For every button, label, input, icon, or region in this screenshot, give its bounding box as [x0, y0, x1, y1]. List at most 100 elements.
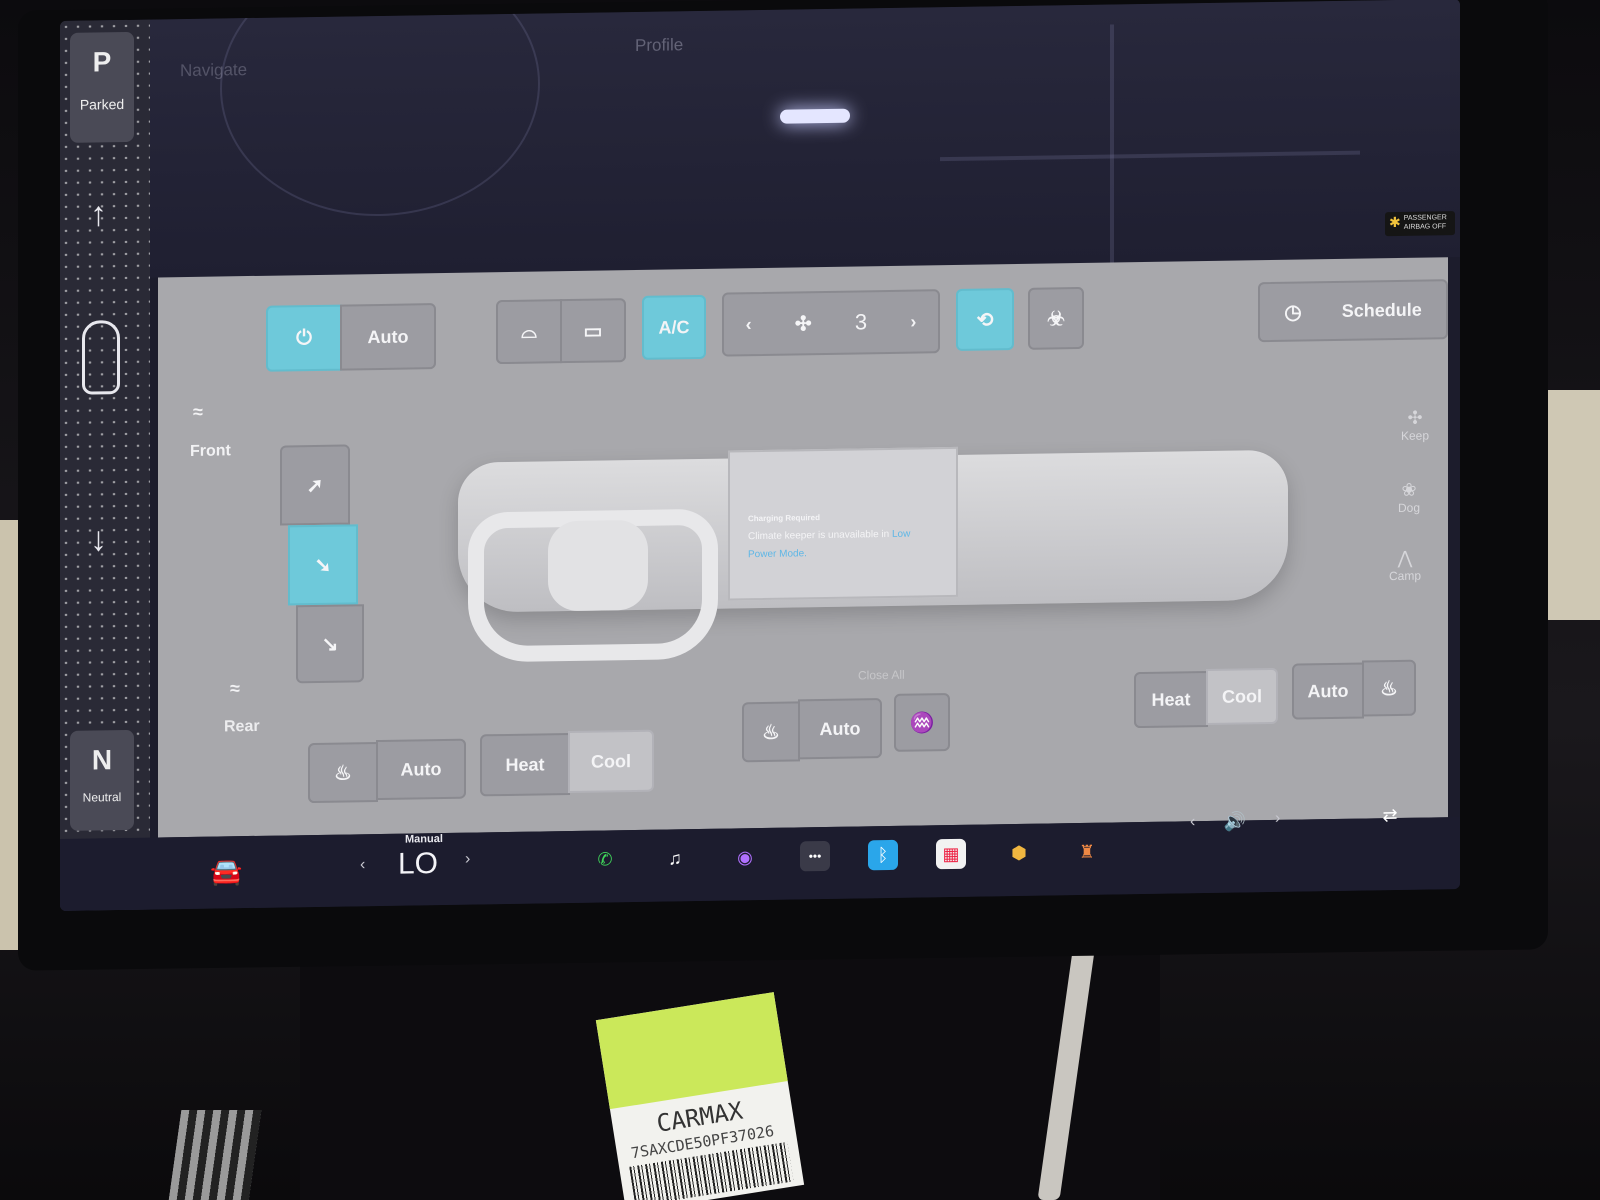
airflow-face-icon: ➚ [306, 474, 324, 497]
recirculate-icon: ⟲ [976, 308, 994, 332]
fan-speed-value: 3 [854, 309, 868, 335]
clock-icon: ◷ [1284, 300, 1302, 324]
message-title: Charging Required [748, 513, 821, 524]
more-apps-icon[interactable]: ••• [800, 840, 830, 872]
reverse-down-arrow-icon[interactable]: ↓ [90, 520, 107, 559]
passenger-heat-label: Heat [1151, 688, 1191, 710]
gear-neutral[interactable]: N Neutral [70, 729, 134, 831]
schedule-label: Schedule [1341, 299, 1422, 321]
map-view[interactable]: Navigate Profile ✱ PASSENGER AIRBAG OFF [60, 0, 1460, 279]
dog-label: Dog [1397, 500, 1420, 515]
cabin-temperature[interactable]: LO [398, 847, 438, 882]
camera-icon[interactable]: ◉ [730, 842, 760, 872]
map-road [1110, 24, 1114, 265]
airflow-face-feet-icon: ➘ [314, 554, 332, 577]
close-all-label[interactable]: Close All [858, 668, 905, 683]
airflow-face-button[interactable]: ➚ [280, 444, 350, 526]
yoke-hub-render [548, 519, 648, 612]
center-auto-button[interactable]: Auto [798, 698, 882, 760]
phone-icon[interactable]: ✆ [590, 844, 620, 874]
photo-stage: CARMAX 7SAXCDE50PF37026 Navigate Profile… [0, 0, 1600, 1200]
keep-fan-icon: ✣ [1407, 407, 1423, 428]
dealer-sticker: CARMAX 7SAXCDE50PF37026 [595, 992, 805, 1200]
profile-label[interactable]: Profile [635, 35, 683, 56]
bluetooth-icon[interactable]: ᛒ [868, 839, 898, 871]
arcade-icon[interactable]: ♜ [1072, 837, 1102, 867]
passenger-heat-button[interactable]: Heat [1134, 670, 1208, 729]
map-road [940, 150, 1360, 162]
wiper-defrost-button[interactable]: ♒ [894, 693, 950, 752]
car-position-icon [780, 108, 850, 124]
volume-increase-chevron-icon[interactable]: › [1275, 810, 1280, 828]
tent-icon: ⋀ [1397, 547, 1413, 568]
fan-increase-chevron-icon[interactable]: › [910, 311, 916, 332]
rear-vent-icon: ≈ [230, 678, 240, 699]
temp-decrease-chevron-icon[interactable]: ‹ [360, 856, 365, 874]
passenger-cool-label: Cool [1222, 685, 1262, 707]
fan-decrease-chevron-icon[interactable]: ‹ [746, 314, 752, 335]
airbag-icon: ✱ [1389, 213, 1401, 231]
wiper-defrost-icon: ♒ [909, 711, 935, 735]
gear-neutral-label: Neutral [82, 790, 122, 805]
rear-zone-label[interactable]: Rear [224, 718, 260, 737]
message-body: Climate keeper is unavailable in [748, 528, 892, 543]
calendar-icon[interactable]: ▦ [936, 838, 966, 870]
music-icon[interactable]: ♫ [660, 843, 690, 873]
recirculate-button[interactable]: ⟲ [956, 288, 1014, 351]
airflow-face-feet-button[interactable]: ➘ [288, 524, 358, 606]
ac-button[interactable]: A/C [642, 294, 706, 360]
dog-mode[interactable]: ❀ Dog [1384, 479, 1434, 515]
schedule-button[interactable]: ◷ Schedule [1258, 279, 1448, 343]
rear-seat-heat-button[interactable]: ♨ [742, 701, 800, 763]
passenger-seat-heat-button[interactable]: ♨ [1362, 659, 1416, 717]
toybox-icon[interactable]: ⬢ [1004, 838, 1034, 868]
navigate-search[interactable]: Navigate [180, 60, 247, 81]
paw-icon: ❀ [1401, 479, 1417, 500]
climate-panel: ⏻ Auto ⌓ ▭ A/C ‹ ✣ 3 › ⟲ ☣ ◷ Schedule ≈ … [158, 257, 1448, 838]
front-zone-label[interactable]: Front [190, 442, 231, 461]
swap-arrows-icon[interactable]: ⇄ [1375, 800, 1405, 830]
car-top-icon[interactable] [82, 320, 120, 395]
gear-park-label: Parked [79, 95, 125, 113]
car-menu-icon[interactable]: 🚘 [210, 856, 242, 888]
touchscreen: Navigate Profile ✱ PASSENGER AIRBAG OFF … [60, 0, 1460, 911]
driver-seat-auto-label: Auto [400, 758, 442, 780]
ac-label: A/C [658, 316, 690, 338]
bioweapon-defense-button[interactable]: ☣ [1028, 286, 1084, 350]
gear-selector-rail[interactable]: P Parked ↑ ↓ N Neutral [60, 19, 150, 911]
front-defrost-icon: ⌓ [521, 320, 537, 343]
airflow-feet-button[interactable]: ↘ [296, 604, 364, 684]
rear-defrost-icon: ▭ [583, 319, 603, 343]
pedal [168, 1110, 262, 1200]
driver-seat-heat-button[interactable]: ♨ [308, 742, 378, 804]
camp-label: Camp [1388, 568, 1421, 584]
drive-up-arrow-icon[interactable]: ↑ [90, 195, 107, 234]
passenger-seat-auto-button[interactable]: Auto [1292, 662, 1364, 720]
front-vent-icon: ≈ [193, 401, 203, 422]
fan-speed-control: ‹ ✣ 3 › [722, 289, 940, 357]
map-road [220, 0, 540, 219]
camp-mode[interactable]: ⋀ Camp [1380, 547, 1430, 583]
cabin-illustration: Charging Required Climate keeper is unav… [398, 389, 1338, 714]
climate-keeper-message: Charging Required Climate keeper is unav… [728, 446, 958, 601]
keep-label: Keep [1400, 428, 1430, 443]
temp-increase-chevron-icon[interactable]: › [465, 851, 470, 869]
volume-icon[interactable]: 🔊 [1220, 806, 1250, 836]
driver-heat-label: Heat [505, 753, 545, 775]
driver-heat-button[interactable]: Heat [480, 732, 570, 797]
passenger-airbag-indicator: ✱ PASSENGER AIRBAG OFF [1385, 211, 1455, 237]
climate-auto-label: Auto [367, 326, 409, 347]
airflow-feet-icon: ↘ [321, 633, 339, 656]
volume-decrease-chevron-icon[interactable]: ‹ [1190, 813, 1195, 831]
passenger-cool-button[interactable]: Cool [1206, 667, 1278, 725]
climate-power-button[interactable]: ⏻ [266, 304, 342, 372]
climate-auto-button[interactable]: Auto [340, 303, 436, 371]
gear-park[interactable]: P Parked [70, 31, 134, 143]
driver-cool-button[interactable]: Cool [568, 729, 654, 794]
front-defrost-button[interactable]: ⌓ [496, 299, 562, 365]
rear-defrost-button[interactable]: ▭ [560, 298, 626, 364]
driver-seat-auto-button[interactable]: Auto [376, 738, 466, 801]
keep-mode[interactable]: ✣ Keep [1390, 407, 1440, 443]
passenger-seat-heat-icon: ♨ [1380, 677, 1398, 700]
gear-neutral-letter: N [91, 744, 113, 776]
